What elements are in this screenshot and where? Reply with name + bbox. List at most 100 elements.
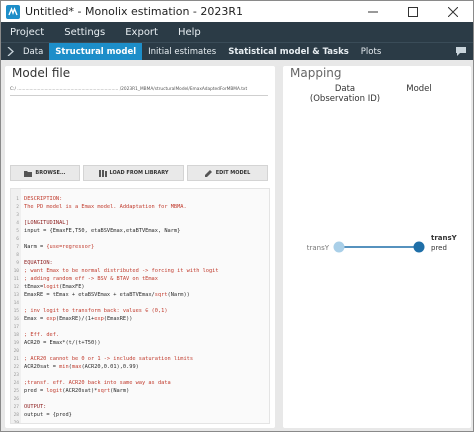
code-token: ; adding random eff -> BSV & BTAV on tEm… <box>24 276 158 282</box>
model-node-label: transY <box>431 234 458 242</box>
mapping-panel: Mapping Data (Observation ID) Model tran… <box>283 66 471 428</box>
code-line: 16 Emax = exp(EmaxRE)/(1+exp(EmaxRE)) <box>11 315 269 323</box>
window-title: Untitled* - Monolix estimation - 2023R1 <box>25 5 244 18</box>
code-token: EQUATION: <box>24 260 53 266</box>
chevron-right-icon <box>7 47 14 56</box>
code-token: tEmax= <box>24 284 44 290</box>
title-bar: Untitled* - Monolix estimation - 2023R1 <box>1 1 473 22</box>
model-file-title: Model file <box>12 66 71 80</box>
close-button[interactable] <box>433 1 473 22</box>
tab-statistical-model-tasks[interactable]: Statistical model & Tasks <box>222 43 355 60</box>
mapping-title: Mapping <box>290 66 342 80</box>
code-line: 10; want Emax to be normal distributed -… <box>11 267 269 275</box>
code-token: (EmaxFE) <box>59 284 85 290</box>
folder-icon <box>24 170 33 177</box>
code-line: 20 <box>11 347 269 355</box>
code-line: 5 input = {EmaxFE,T50, etaBSVEmax,etaBTVE… <box>11 227 269 235</box>
code-token: (EmaxRE)) <box>103 316 133 322</box>
code-line: 8 <box>11 251 269 259</box>
code-token: [LONGITUDINAL] <box>24 220 69 226</box>
code-line: 21; ACR20 cannot be 0 or 1 -> include sa… <box>11 355 269 363</box>
code-line: 4 [LONGITUDINAL] <box>11 219 269 227</box>
model-file-actions: BROWSE... LOAD FROM LIBRARY EDIT MODEL <box>10 165 268 181</box>
code-line: 23 <box>11 371 269 379</box>
code-line: 27 OUTPUT: <box>11 403 269 411</box>
tab-initial-estimates[interactable]: Initial estimates <box>142 43 222 60</box>
code-token: sqrt <box>154 292 168 298</box>
mapping-data-subtitle: (Observation ID) <box>309 94 381 104</box>
code-token: exp <box>94 316 104 322</box>
code-token: The PD model is a Emax model. Addaptatio… <box>24 204 187 210</box>
tab-plots[interactable]: Plots <box>355 43 387 60</box>
code-line: 29 <box>11 419 269 424</box>
browse-button[interactable]: BROWSE... <box>10 165 80 181</box>
code-token: ; inv logit to transform back: values ∈ … <box>24 308 168 314</box>
code-token: EmaxRE = tEmax + etaBSVEmax + etaBTVEmax… <box>24 292 155 298</box>
menu-bar: Project Settings Export Help <box>1 22 473 42</box>
minimize-icon <box>368 11 378 12</box>
tab-arrow <box>1 43 17 60</box>
line-number: 29 <box>13 421 19 424</box>
code-token: ACR20sat = <box>24 364 60 370</box>
code-token: (ACR20sat)* <box>62 388 98 394</box>
menu-export[interactable]: Export <box>115 27 168 38</box>
model-code-view[interactable]: 1 DESCRIPTION: 2 The PD model is a Emax mod… <box>10 188 270 424</box>
tab-structural-model[interactable]: Structural model <box>49 43 143 60</box>
menu-help[interactable]: Help <box>168 27 211 38</box>
code-line: 7 Narm = {use=regressor} <box>11 243 269 251</box>
maximize-button[interactable] <box>393 1 433 22</box>
load-from-library-button-label: LOAD FROM LIBRARY <box>109 170 169 176</box>
browse-button-label: BROWSE... <box>35 170 66 176</box>
code-line: 19 ACR20 = Emax*(t/(t+T50)) <box>11 339 269 347</box>
tab-data[interactable]: Data <box>17 43 49 60</box>
code-line: 14 <box>11 299 269 307</box>
code-line: 24 ;transf. eff. ACR20 back into same way… <box>11 379 269 387</box>
code-line: 3 <box>11 211 269 219</box>
menu-settings[interactable]: Settings <box>54 27 115 38</box>
model-node-transY[interactable] <box>413 241 425 253</box>
code-token: ; Eff. def. <box>24 332 60 338</box>
maximize-icon <box>408 6 418 17</box>
library-icon <box>98 169 107 177</box>
code-token: OUTPUT: <box>24 404 47 410</box>
code-token: ;transf. eff. ACR20 back into same way a… <box>24 380 171 386</box>
data-node-label: transY <box>307 244 330 252</box>
tab-bar: Data Structural model Initial estimates … <box>1 42 473 60</box>
mapping-diagram: transY transY pred <box>307 234 458 253</box>
load-from-library-button[interactable]: LOAD FROM LIBRARY <box>83 165 184 181</box>
code-token: {use=regressor} <box>46 244 95 250</box>
code-line: 15; inv logit to transform back: values … <box>11 307 269 315</box>
code-token: (EmaxRE)/(1+ <box>55 316 95 322</box>
mapping-data-title: Data <box>334 84 356 94</box>
code-token: sqrt <box>97 388 111 394</box>
code-line: 2 The PD model is a Emax model. Addaptati… <box>11 203 269 211</box>
code-line: 17 <box>11 323 269 331</box>
code-token: (Narm) <box>110 388 130 394</box>
model-file-panel: Model file C:/ .........................… <box>5 66 275 428</box>
code-token: (ACR20,0.01),0.99) <box>81 364 139 370</box>
monolix-app-icon <box>6 4 20 19</box>
code-token: Emax = <box>24 316 47 322</box>
data-node-transY[interactable] <box>333 241 345 253</box>
minimize-button[interactable] <box>353 1 393 22</box>
code-token: DESCRIPTION: <box>24 196 63 202</box>
app-window: Untitled* - Monolix estimation - 2023R1 … <box>0 0 474 432</box>
code-line: 18; Eff. def. <box>11 331 269 339</box>
code-line: 28 output = {pred} <box>11 411 269 419</box>
mapping-data-header: Data (Observation ID) <box>307 84 383 104</box>
code-token: min <box>59 364 69 370</box>
model-node-sublabel: pred <box>431 244 447 252</box>
code-line: 12 tEmax=logit(EmaxFE) <box>11 283 269 291</box>
chat-icon[interactable] <box>455 46 467 57</box>
model-file-path: C:/ ....................................… <box>10 84 268 96</box>
code-token: output = {pred} <box>24 412 72 418</box>
code-token: input = {EmaxFE,T50, etaBSVEmax,etaBTVEm… <box>24 228 181 234</box>
edit-model-button[interactable]: EDIT MODEL <box>187 165 268 181</box>
edit-model-button-label: EDIT MODEL <box>215 170 251 176</box>
code-token: Narm = <box>24 244 47 250</box>
menu-project[interactable]: Project <box>1 27 54 38</box>
pencil-icon <box>204 170 212 177</box>
close-icon <box>448 6 458 17</box>
code-token: pred = <box>24 388 47 394</box>
code-line: 25 pred = logit(ACR20sat)*sqrt(Narm) <box>11 387 269 395</box>
